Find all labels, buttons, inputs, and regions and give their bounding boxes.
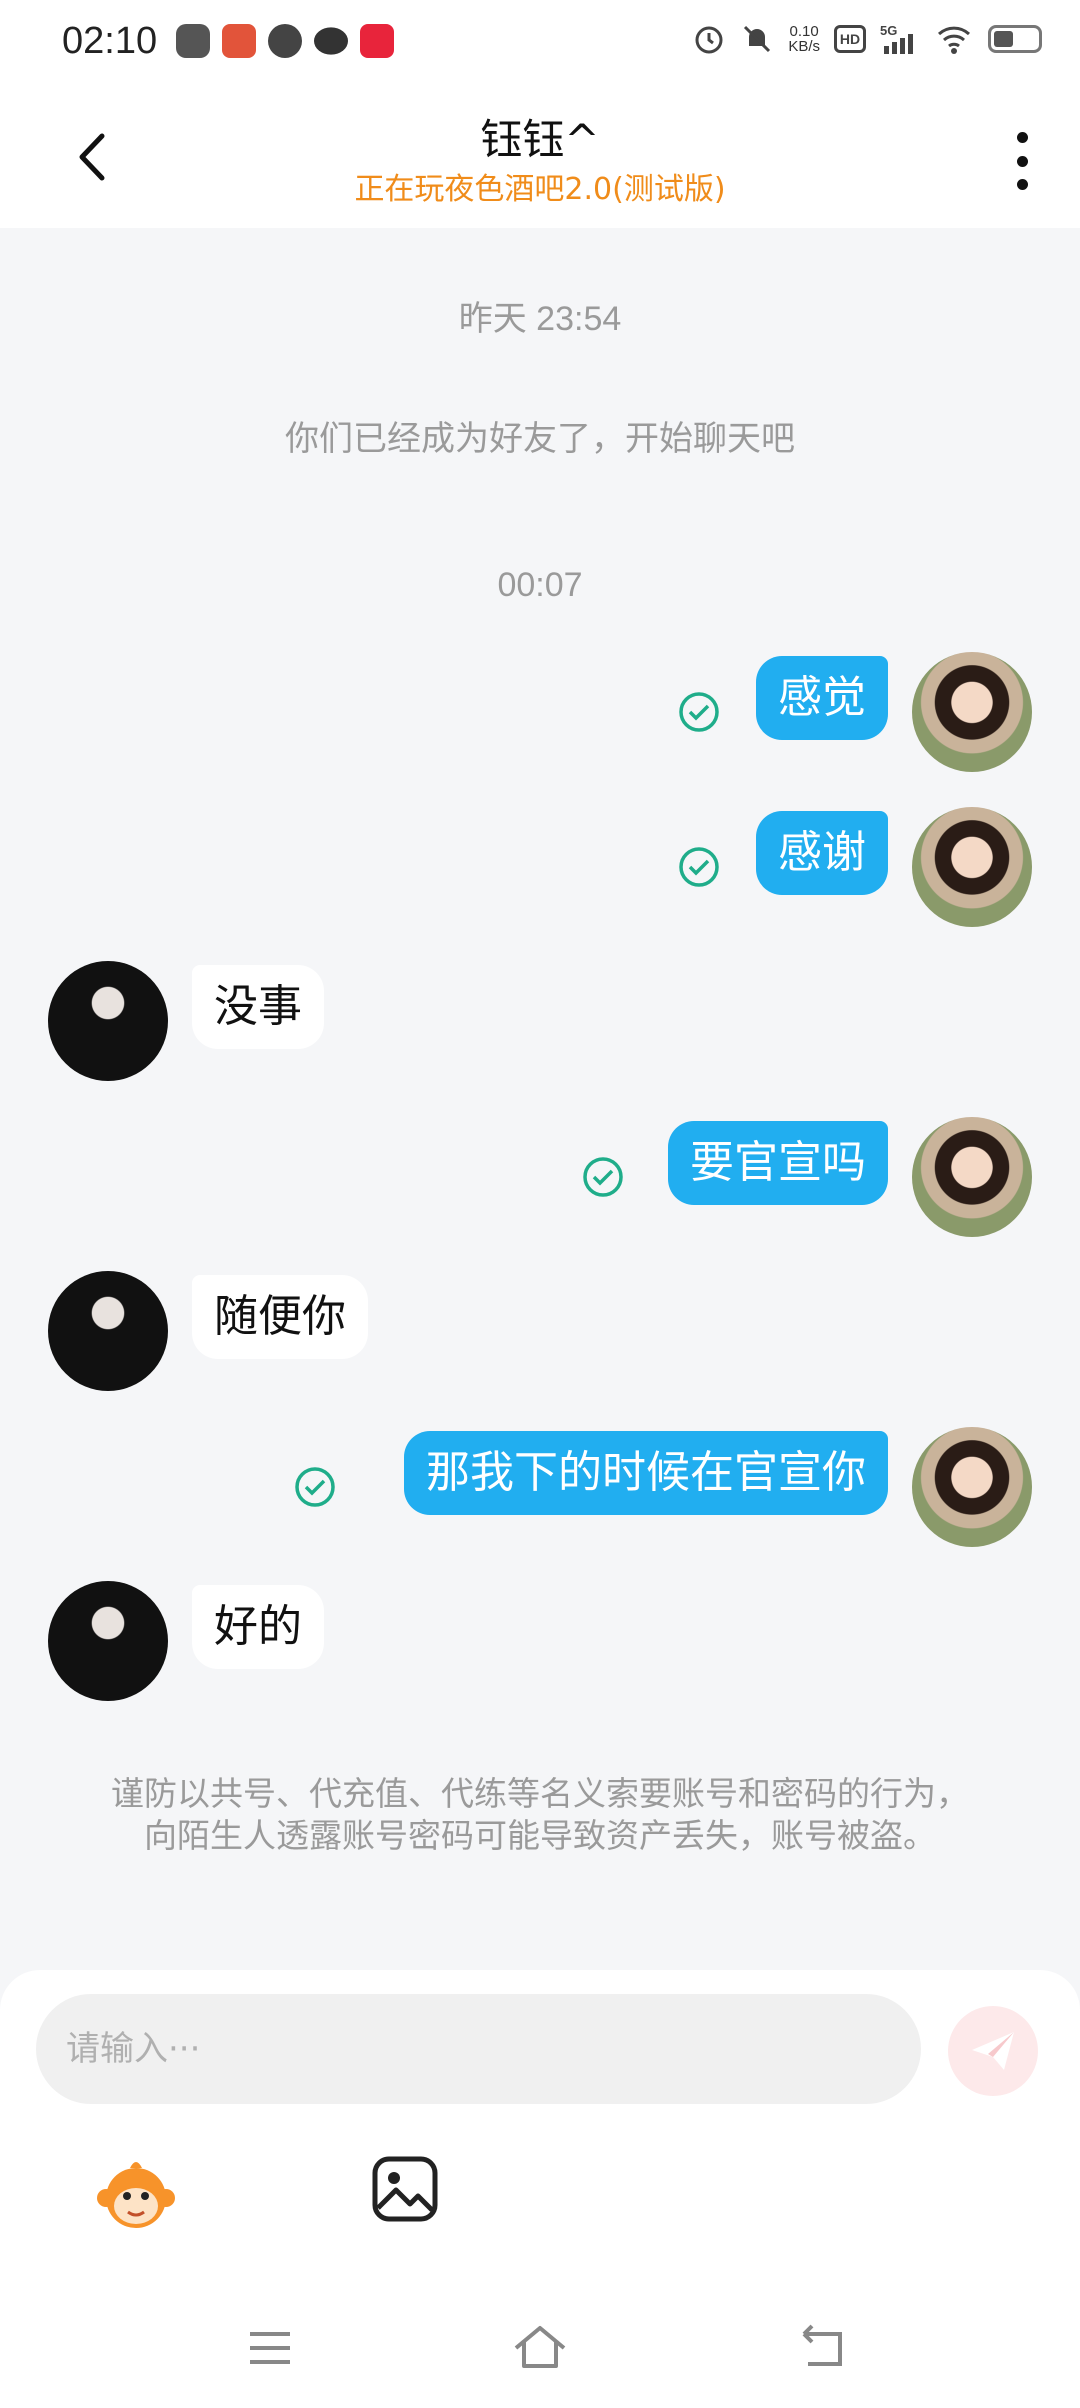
chat-notification-icon xyxy=(268,24,302,58)
mute-bell-icon xyxy=(744,25,771,53)
message-row: 那我下的时候在官宣你 xyxy=(0,1427,1080,1551)
message-bubble[interactable]: 没事 xyxy=(192,965,324,1049)
message-bubble[interactable]: 感觉 xyxy=(756,656,888,740)
read-check-icon xyxy=(295,1467,335,1507)
contact-name: 钰钰^ xyxy=(480,115,600,164)
dot xyxy=(1016,179,1028,190)
app-notification-icon xyxy=(360,24,394,58)
message-bubble[interactable]: 那我下的时候在官宣你 xyxy=(404,1431,888,1515)
wifi-icon xyxy=(937,26,971,54)
message-row: 没事 xyxy=(0,961,1080,1085)
read-check-icon xyxy=(679,847,719,887)
my-avatar[interactable] xyxy=(912,807,1032,927)
my-avatar[interactable] xyxy=(912,1427,1032,1547)
message-bubble[interactable]: 随便你 xyxy=(192,1275,368,1359)
menu-icon[interactable] xyxy=(240,2318,300,2378)
home-icon[interactable] xyxy=(510,2318,570,2378)
hd-badge: HD xyxy=(834,25,866,53)
message-bubble[interactable]: 要官宣吗 xyxy=(668,1121,888,1205)
system-icons: 0.10 KB/s HD 5G xyxy=(692,22,1042,56)
signal-5g-icon: 5G xyxy=(880,23,913,54)
network-speed-unit: KB/s xyxy=(788,38,820,55)
read-check-icon xyxy=(583,1157,623,1197)
status-time: 02:10 xyxy=(62,20,158,62)
contact-status: 正在玩夜色酒吧2.0(测试版) xyxy=(354,172,726,207)
alarm-icon xyxy=(695,26,723,54)
safety-notice: 谨防以共号、代充值、代练等名义索要账号和密码的行为，向陌生人透露账号密码可能导致… xyxy=(111,1774,969,1855)
message-row: 感谢 xyxy=(0,807,1080,931)
network-type: 5G xyxy=(880,23,897,38)
notification-icons xyxy=(176,24,394,58)
message-input[interactable] xyxy=(36,1994,921,2104)
message-timestamp: 00:07 xyxy=(497,566,583,604)
system-message: 你们已经成为好友了，开始聊天吧 xyxy=(285,419,795,459)
battery-level xyxy=(994,31,1013,47)
network-speed-value: 0.10 xyxy=(789,23,819,40)
battery-icon xyxy=(988,25,1042,53)
read-check-icon xyxy=(679,692,719,732)
app-notification-icon xyxy=(314,27,348,55)
message-bubble[interactable]: 好的 xyxy=(192,1585,324,1669)
chat-message-list[interactable]: 昨天 23:54 你们已经成为好友了，开始聊天吧 00:07 感觉 感谢 没事 … xyxy=(0,228,1080,1973)
dot xyxy=(1016,132,1028,143)
send-icon xyxy=(972,2032,1014,2070)
message-bubble[interactable]: 感谢 xyxy=(756,811,888,895)
system-navigation-bar xyxy=(0,2290,1080,2408)
message-row: 感觉 xyxy=(0,652,1080,776)
message-row: 要官宣吗 xyxy=(0,1117,1080,1241)
image-icon[interactable] xyxy=(370,2154,440,2224)
my-avatar[interactable] xyxy=(912,1117,1032,1237)
app-notification-icon xyxy=(176,24,210,58)
more-options-button[interactable] xyxy=(1002,126,1042,196)
message-timestamp: 昨天 23:54 xyxy=(458,300,622,338)
chat-header: 钰钰^ 正在玩夜色酒吧2.0(测试版) xyxy=(0,86,1080,228)
monkey-emoji-icon[interactable] xyxy=(94,2152,178,2236)
back-arrow-icon[interactable] xyxy=(794,2318,854,2378)
status-bar: 02:10 0.10 KB/s HD 5G xyxy=(0,0,1080,86)
message-row: 随便你 xyxy=(0,1271,1080,1395)
friend-avatar[interactable] xyxy=(48,1271,168,1391)
friend-avatar[interactable] xyxy=(48,1581,168,1701)
app-notification-icon xyxy=(222,24,256,58)
dot xyxy=(1016,155,1028,167)
send-button[interactable] xyxy=(948,2006,1038,2096)
network-speed: 0.10 KB/s xyxy=(788,24,820,54)
friend-avatar[interactable] xyxy=(48,961,168,1081)
message-composer xyxy=(0,1970,1080,2408)
message-row: 好的 xyxy=(0,1581,1080,1705)
my-avatar[interactable] xyxy=(912,652,1032,772)
